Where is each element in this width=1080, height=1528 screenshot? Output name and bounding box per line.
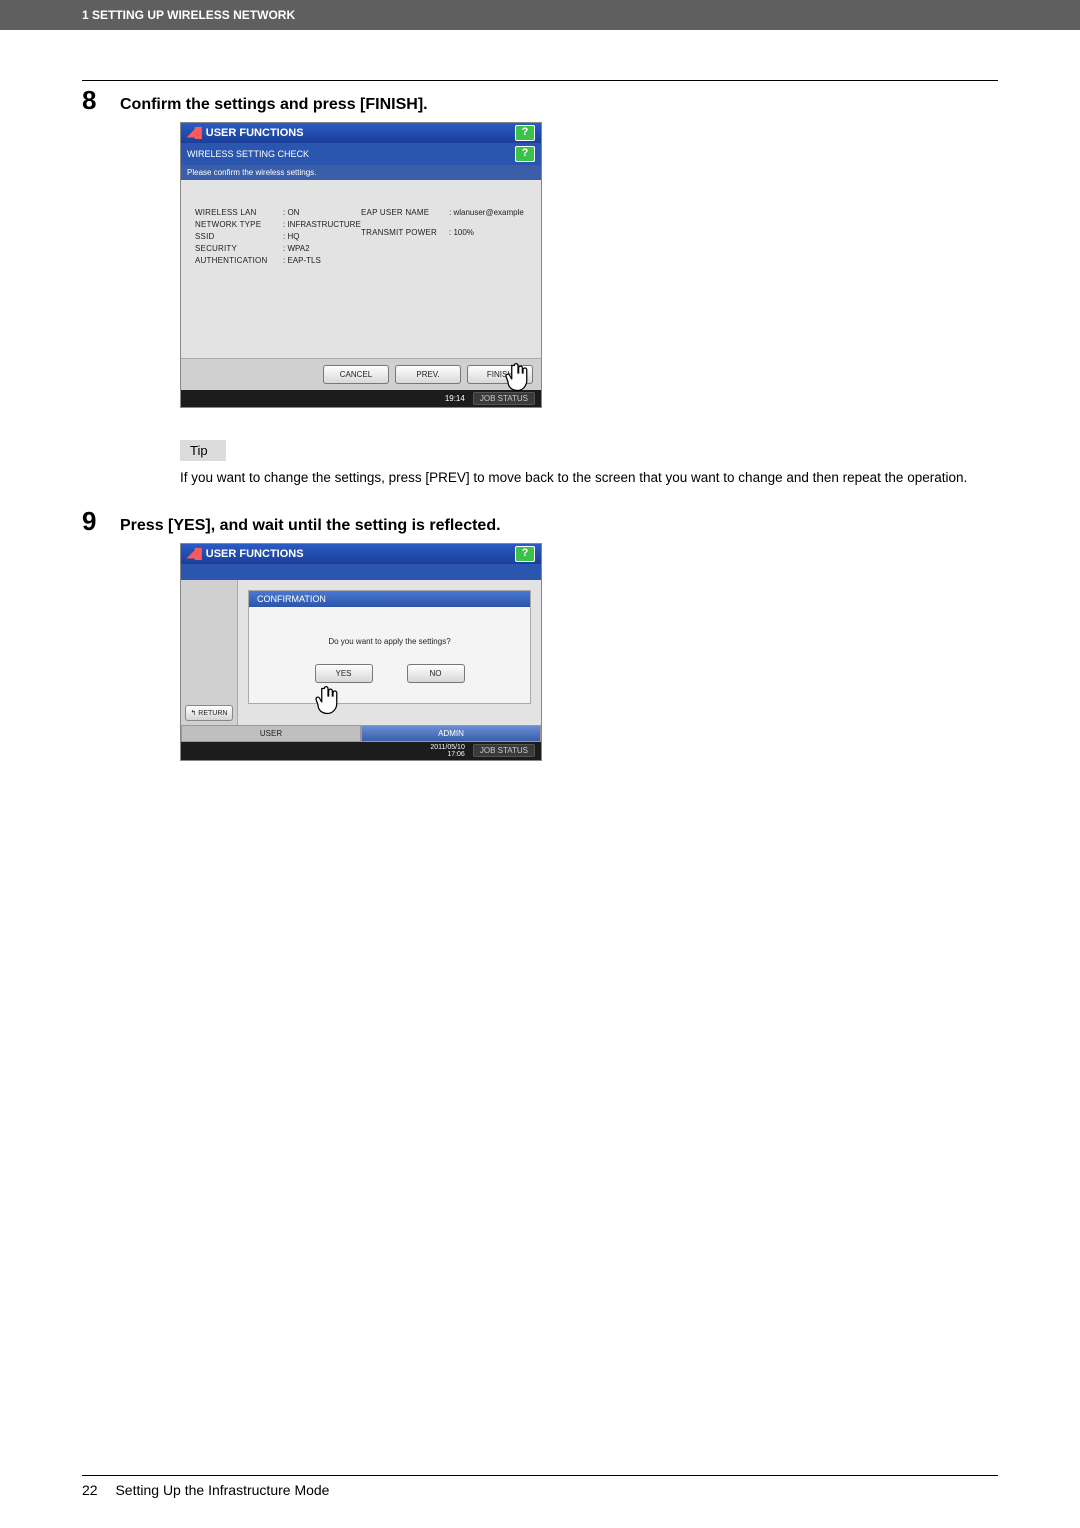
screen-subtitle: WIRELESS SETTING CHECK [187,149,309,159]
kv-label: WIRELESS LAN [195,208,283,217]
screenshot-wireless-check: ◢█ USER FUNCTIONS ? WIRELESS SETTING CHEC… [180,122,542,408]
prev-button[interactable]: PREV. [395,365,461,384]
page-header: 1 SETTING UP WIRELESS NETWORK [0,0,1080,30]
kv-value: WPA2 [283,244,310,253]
confirmation-question: Do you want to apply the settings? [259,637,520,646]
job-status-button[interactable]: JOB STATUS [473,744,535,757]
tip-label: Tip [180,440,226,461]
help-button[interactable]: ? [515,146,535,162]
kv-value: INFRASTRUCTURE [283,220,361,229]
step-8-heading: 8 Confirm the settings and press [FINISH… [82,85,998,116]
tip-text: If you want to change the settings, pres… [180,469,1000,488]
step-number: 9 [82,506,120,537]
step-9-heading: 9 Press [YES], and wait until the settin… [82,506,998,537]
kv-label: EAP USER NAME [361,208,449,217]
tab-admin[interactable]: ADMIN [361,725,541,742]
page-title: Setting Up the Infrastructure Mode [115,1482,329,1498]
tab-user[interactable]: USER [181,725,361,742]
step-title: Confirm the settings and press [FINISH]. [120,96,428,114]
chapter-label: 1 SETTING UP WIRELESS NETWORK [82,8,295,22]
help-button[interactable]: ? [515,125,535,141]
page-number: 22 [82,1482,98,1498]
help-button[interactable]: ? [515,546,535,562]
kv-value: ON [283,208,299,217]
screen-title: USER FUNCTIONS [206,127,304,139]
cancel-button[interactable]: CANCEL [323,365,389,384]
screen-date: 2011/05/10 [430,744,465,751]
kv-label: TRANSMIT POWER [361,228,449,237]
no-button[interactable]: NO [407,664,465,683]
kv-label: AUTHENTICATION [195,256,283,265]
kv-value: EAP-TLS [283,256,321,265]
step-number: 8 [82,85,120,116]
screenshot-confirmation: ◢█ USER FUNCTIONS ? ↰ RETURN CONFIRMATION… [180,543,542,761]
kv-value: wlanuser@example [449,208,524,217]
screen-title: USER FUNCTIONS [206,548,304,560]
screen-time: 19:14 [445,394,465,403]
screen-time: 17:06 [447,751,465,758]
return-button[interactable]: ↰ RETURN [185,705,233,721]
page-footer: 22 Setting Up the Infrastructure Mode [82,1475,998,1498]
screen-message: Please confirm the wireless settings. [181,165,541,180]
kv-value: 100% [449,228,474,237]
step-title: Press [YES], and wait until the setting … [120,517,501,535]
kv-label: SECURITY [195,244,283,253]
alert-icon: ◢█ [187,549,202,560]
job-status-button[interactable]: JOB STATUS [473,392,535,405]
top-rule [82,80,998,81]
finish-button[interactable]: FINISH [467,365,533,384]
yes-button[interactable]: YES [315,664,373,683]
alert-icon: ◢█ [187,128,202,139]
kv-label: SSID [195,232,283,241]
kv-label: NETWORK TYPE [195,220,283,229]
confirmation-header: CONFIRMATION [249,591,530,607]
kv-value: HQ [283,232,299,241]
